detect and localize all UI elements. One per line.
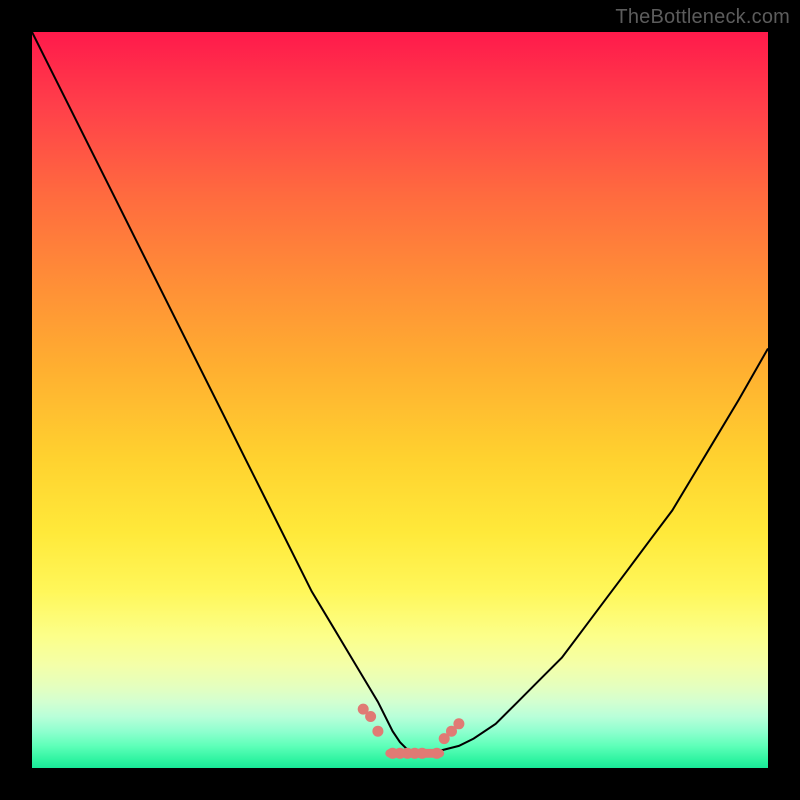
marker-dot	[372, 726, 383, 737]
watermark-text: TheBottleneck.com	[615, 6, 790, 29]
marker-dot	[365, 711, 376, 722]
marker-dot	[453, 718, 464, 729]
curve-markers	[358, 704, 465, 759]
chart-svg	[32, 32, 768, 768]
bottleneck-curve	[32, 32, 768, 753]
marker-bar	[385, 749, 444, 758]
chart-frame: TheBottleneck.com	[0, 0, 800, 800]
plot-area	[32, 32, 768, 768]
